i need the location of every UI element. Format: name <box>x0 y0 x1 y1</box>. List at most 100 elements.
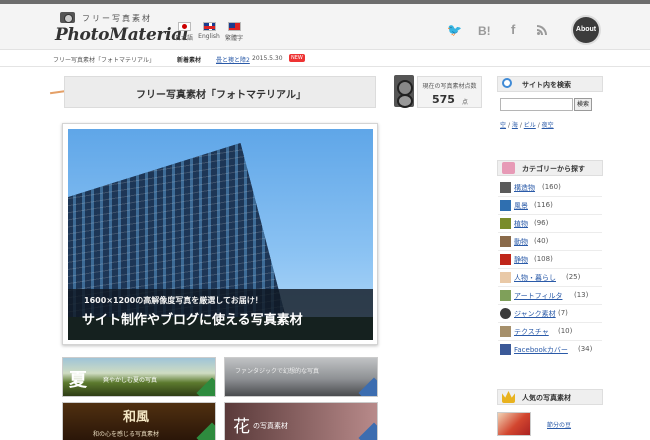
category-count: (34) <box>578 345 593 353</box>
divider <box>498 232 602 233</box>
search-input[interactable] <box>500 98 573 111</box>
material-counter: 現在の写真素材点数 575 点 <box>417 76 482 108</box>
rss-icon[interactable] <box>537 25 547 35</box>
banner-title: ファンタジックで幻想的な写真 <box>235 368 320 375</box>
search-button[interactable]: 検索 <box>574 98 592 111</box>
category-item[interactable]: テクスチャ (10) <box>500 326 610 338</box>
banner-title: 和風 <box>123 410 150 425</box>
popular-thumbnail[interactable] <box>497 412 531 436</box>
gear-icon <box>500 308 511 319</box>
camera-icon <box>502 162 515 174</box>
magnifier-icon <box>502 78 512 88</box>
category-name[interactable]: 動物 <box>514 237 528 247</box>
counter-unit: 点 <box>462 99 469 106</box>
news-link[interactable]: 畳と襖と障2 <box>216 55 250 64</box>
search-heading: サイト内を検索 <box>522 81 571 89</box>
banner-subtitle: の写真素材 <box>253 422 288 430</box>
taiwan-flag-icon <box>227 22 241 31</box>
tag-link[interactable]: ビル <box>524 122 536 129</box>
category-item[interactable]: 風景 (116) <box>500 200 610 212</box>
categories-heading: カテゴリーから探す <box>522 165 585 173</box>
page-title: フリー写真素材「フォトマテリアル」 <box>136 90 306 101</box>
tag-link[interactable]: 夜空 <box>542 122 554 129</box>
site-header: フリー写真素材 PhotoMaterial 日本語 English 繁體字 🐦 … <box>0 4 650 50</box>
camera-logo-icon <box>60 12 75 23</box>
banner-wafu[interactable]: 和風 和の心を感じる写真素材 <box>62 402 216 440</box>
divider <box>498 250 602 251</box>
category-thumbnail-icon <box>500 254 511 265</box>
banner-subtitle: 爽やかしむ夏の写真 <box>103 377 158 384</box>
category-thumbnail-icon <box>500 326 511 337</box>
hero-banner[interactable]: 1600×1200の高解像度写真を厳選してお届け！ サイト制作やブログに使える写… <box>68 129 373 340</box>
category-item[interactable]: Facebookカバー (34) <box>500 344 610 356</box>
banner-corner <box>196 422 215 440</box>
category-name[interactable]: ジャンク素材 <box>514 309 556 319</box>
category-count: (10) <box>558 327 573 335</box>
category-count: (96) <box>534 219 549 227</box>
banner-subtitle: 和の心を感じる写真素材 <box>93 431 160 438</box>
category-thumbnail-icon <box>500 182 511 193</box>
divider <box>498 304 602 305</box>
counter-label: 現在の写真素材点数 <box>422 83 477 90</box>
breadcrumb-bar: フリー写真素材「フォトマテリアル」 新着素材 畳と襖と障2 2015.5.30 … <box>0 51 650 67</box>
tag-separator: / <box>507 122 510 129</box>
category-item[interactable]: 動物 (40) <box>500 236 610 248</box>
category-name[interactable]: 静物 <box>514 255 528 265</box>
category-name[interactable]: テクスチャ <box>514 327 549 337</box>
category-count: (7) <box>558 309 568 317</box>
category-name[interactable]: 人物・暮らし <box>514 273 556 283</box>
category-name[interactable]: Facebookカバー <box>514 345 568 355</box>
categories-heading-bar: カテゴリーから探す <box>497 160 603 176</box>
tag-link[interactable]: 海 <box>512 122 518 129</box>
category-name[interactable]: 風景 <box>514 201 528 211</box>
tag-separator: / <box>519 122 522 129</box>
category-thumbnail-icon <box>500 200 511 211</box>
japan-flag-icon <box>177 22 191 31</box>
category-item[interactable]: 植物 (96) <box>500 218 610 230</box>
search-tags: 空 / 海 / ビル / 夜空 <box>500 120 554 129</box>
tag-link[interactable]: 空 <box>500 122 506 129</box>
banner-title: 花 <box>233 417 250 437</box>
category-name[interactable]: 植物 <box>514 219 528 229</box>
banner-fantasy[interactable]: ファンタジックで幻想的な写真 <box>224 357 378 397</box>
language-traditional-chinese[interactable]: 繁體字 <box>219 22 249 42</box>
category-thumbnail-icon <box>500 272 511 283</box>
category-count: (13) <box>574 291 589 299</box>
category-item[interactable]: ジャンク素材 (7) <box>500 308 610 320</box>
popular-item-link[interactable]: 節分の豆 <box>547 420 571 429</box>
divider <box>498 340 602 341</box>
category-count: (160) <box>542 183 561 191</box>
logo-tagline: フリー写真素材 <box>82 14 152 23</box>
hatena-bookmark-icon[interactable]: B! <box>478 24 491 38</box>
category-count: (116) <box>534 201 553 209</box>
tag-separator: / <box>537 122 540 129</box>
banner-title: 夏 <box>69 370 87 391</box>
banner-corner <box>358 422 377 440</box>
counter-value: 575 <box>432 93 455 106</box>
new-badge: NEW <box>289 54 305 62</box>
category-count: (25) <box>566 273 581 281</box>
banner-summer[interactable]: 夏 爽やかしむ夏の写真 <box>62 357 216 397</box>
category-item[interactable]: 静物 (108) <box>500 254 610 266</box>
banner-flower[interactable]: 花 の写真素材 <box>224 402 378 440</box>
banner-corner <box>358 377 377 396</box>
crown-icon <box>502 391 515 403</box>
page-title-bar: フリー写真素材「フォトマテリアル」 <box>64 76 376 108</box>
category-name[interactable]: アートフィルタ <box>514 291 562 301</box>
popular-heading: 人気の写真素材 <box>522 394 571 402</box>
facebook-icon[interactable]: f <box>511 22 515 37</box>
category-name[interactable]: 構造物 <box>514 183 535 193</box>
category-count: (108) <box>534 255 553 263</box>
divider <box>498 268 602 269</box>
category-item[interactable]: 人物・暮らし (25) <box>500 272 610 284</box>
banner-corner <box>196 377 215 396</box>
divider <box>498 322 602 323</box>
about-button[interactable]: About <box>573 17 599 43</box>
uk-flag-icon <box>202 22 216 31</box>
category-count: (40) <box>534 237 549 245</box>
category-item[interactable]: 構造物 (160) <box>500 182 610 194</box>
category-item[interactable]: アートフィルタ (13) <box>500 290 610 302</box>
hero-subtitle: 1600×1200の高解像度写真を厳選してお届け！ <box>84 296 263 305</box>
category-thumbnail-icon <box>500 290 511 301</box>
twitter-icon[interactable]: 🐦 <box>447 23 462 37</box>
